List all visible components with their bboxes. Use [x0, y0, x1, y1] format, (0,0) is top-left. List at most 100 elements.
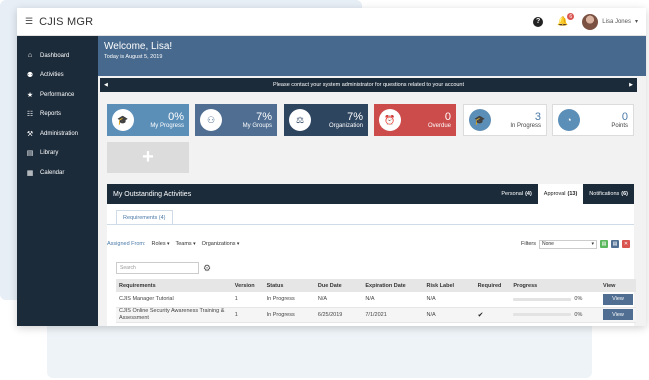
due-date-cell: 6/25/2019	[314, 307, 363, 323]
sidebar-item-label: Calendar	[40, 169, 65, 176]
date-text: Today is August 5, 2019	[104, 54, 163, 60]
status-cell: In Progress	[263, 292, 315, 308]
outstanding-activities-panel: My Outstanding Activities Personal (4) Ap…	[107, 184, 636, 326]
due-date-cell: N/A	[314, 292, 363, 308]
notification-bell-icon[interactable]: 🔔 6	[557, 13, 575, 27]
risk-label-cell: N/A	[423, 307, 475, 323]
divider	[107, 224, 634, 225]
view-button[interactable]: View	[603, 293, 633, 305]
sidebar-item-activities[interactable]: ⚉ Activities	[17, 66, 98, 86]
sidebar-item-label: Performance	[40, 91, 75, 98]
tile-value: 0	[444, 111, 451, 123]
column-header[interactable]: Version	[231, 279, 264, 292]
library-icon: ▤	[26, 150, 34, 158]
search-input[interactable]: Search	[116, 262, 199, 274]
search-row: Search ⚙	[116, 262, 211, 274]
roles-dropdown[interactable]: Roles	[152, 241, 170, 247]
top-bar: ☰ CJIS MGR ? 🔔 6 Lisa Jones ▾	[17, 8, 646, 36]
column-header[interactable]: Progress	[510, 279, 600, 292]
expiration-cell: N/A	[362, 292, 424, 308]
export-doc-icon[interactable]: ▤	[611, 240, 619, 248]
expiration-cell: 7/1/2021	[362, 307, 424, 323]
user-menu[interactable]: Lisa Jones ▾	[582, 13, 638, 30]
dashboard-icon: ⌂	[27, 52, 33, 60]
organizations-dropdown[interactable]: Organizations	[202, 241, 240, 247]
table-header-row: Requirements Version Status Due Date Exp…	[116, 279, 636, 292]
tile-organization[interactable]: ⚖ 7% Organization	[284, 104, 368, 136]
tab-requirements[interactable]: Requirements (4)	[116, 210, 173, 224]
sidebar-item-library[interactable]: ▤ Library	[17, 144, 98, 164]
tile-value: 7%	[347, 111, 363, 123]
requirement-name[interactable]: CJIS Manager Tutorial	[116, 292, 232, 308]
next-arrow-icon[interactable]: ▶	[629, 82, 633, 88]
tile-value: 0	[621, 111, 628, 123]
tile-label: Organization	[328, 123, 363, 129]
checkmark-icon: ✔	[477, 311, 484, 319]
sidebar-item-calendar[interactable]: ▦ Calendar	[17, 163, 98, 183]
welcome-banner: Welcome, Lisa! Today is August 5, 2019	[98, 36, 646, 76]
user-name: Lisa Jones	[602, 18, 631, 25]
prev-arrow-icon[interactable]: ◀	[104, 82, 108, 88]
tile-value: 0%	[168, 111, 184, 123]
sidebar-item-dashboard[interactable]: ⌂ Dashboard	[17, 46, 98, 66]
assigned-from-label: Assigned From:	[107, 241, 146, 247]
status-cell: In Progress	[263, 307, 315, 323]
requirements-table: Requirements Version Status Due Date Exp…	[116, 279, 636, 323]
tab-personal[interactable]: Personal (4)	[495, 184, 537, 204]
panel-title: My Outstanding Activities	[113, 190, 192, 198]
column-header[interactable]: Requirements	[116, 279, 232, 292]
sidebar-item-label: Library	[40, 150, 59, 157]
tile-label: Overdue	[427, 123, 451, 129]
sidebar-item-performance[interactable]: ★ Performance	[17, 85, 98, 105]
column-header[interactable]: Expiration Date	[362, 279, 424, 292]
tile-value: 3	[534, 111, 541, 123]
tile-label: Points	[611, 123, 628, 129]
column-header[interactable]: Required	[474, 279, 511, 292]
progress-cell: 0%	[510, 307, 600, 323]
tile-in-progress[interactable]: 🎓 3 In Progress	[463, 104, 547, 136]
progress-bar	[513, 313, 572, 316]
hamburger-menu-icon[interactable]: ☰	[25, 16, 33, 27]
gear-icon[interactable]: ⚙	[203, 263, 211, 274]
tab-label: Personal	[501, 191, 524, 197]
chevron-down-icon: ▾	[634, 19, 638, 25]
cap-icon: 🎓	[469, 109, 491, 131]
column-header[interactable]: Status	[263, 279, 315, 292]
chevron-down-icon: ▾	[591, 241, 594, 247]
scales-icon: ⚖	[289, 109, 311, 131]
tile-my-progress[interactable]: 🎓 0% My Progress	[107, 104, 189, 136]
export-excel-icon[interactable]: ▤	[600, 240, 608, 248]
sidebar-item-label: Reports	[40, 111, 62, 118]
clear-filter-icon[interactable]: ✕	[622, 240, 630, 248]
teams-dropdown[interactable]: Teams	[175, 241, 195, 247]
required-cell: ✔	[474, 307, 511, 323]
sidebar-item-reports[interactable]: ☷ Reports	[17, 105, 98, 125]
column-header[interactable]: View	[600, 279, 636, 292]
tile-label: In Progress	[510, 123, 541, 129]
calendar-icon: ▦	[26, 169, 34, 177]
column-header[interactable]: Due Date	[314, 279, 363, 292]
add-tile-button[interactable]: +	[107, 142, 189, 173]
tab-notifications[interactable]: Notifications (6)	[583, 184, 634, 204]
requirement-name[interactable]: CJIS Online Security Awareness Training …	[116, 307, 232, 323]
sidebar-item-label: Administration	[40, 130, 79, 137]
admin-icon: ⚒	[26, 130, 34, 138]
help-icon[interactable]: ?	[533, 16, 544, 27]
tile-overdue[interactable]: ⏰ 0 Overdue	[374, 104, 456, 136]
tab-count: (13)	[567, 191, 578, 197]
view-button[interactable]: View	[603, 309, 633, 320]
users-icon: ⚉	[26, 72, 34, 80]
star-icon: ★	[26, 91, 34, 99]
column-header[interactable]: Risk Label	[423, 279, 475, 292]
sidebar-item-label: Dashboard	[40, 52, 70, 59]
tab-approval[interactable]: Approval (13)	[537, 184, 584, 204]
sidebar-item-administration[interactable]: ⚒ Administration	[17, 124, 98, 144]
progress-bar	[513, 297, 572, 301]
reports-icon: ☷	[26, 111, 34, 119]
version-cell: 1	[231, 307, 264, 323]
tab-count: (6)	[621, 191, 628, 197]
tile-my-groups[interactable]: ⚇ 7% My Groups	[195, 104, 277, 136]
tile-points[interactable]: ◔ 0 Points	[552, 104, 634, 136]
filter-select[interactable]: None ▾	[539, 239, 597, 249]
app-window: ☰ CJIS MGR ? 🔔 6 Lisa Jones ▾ ⌂ Dashboard …	[17, 8, 646, 326]
